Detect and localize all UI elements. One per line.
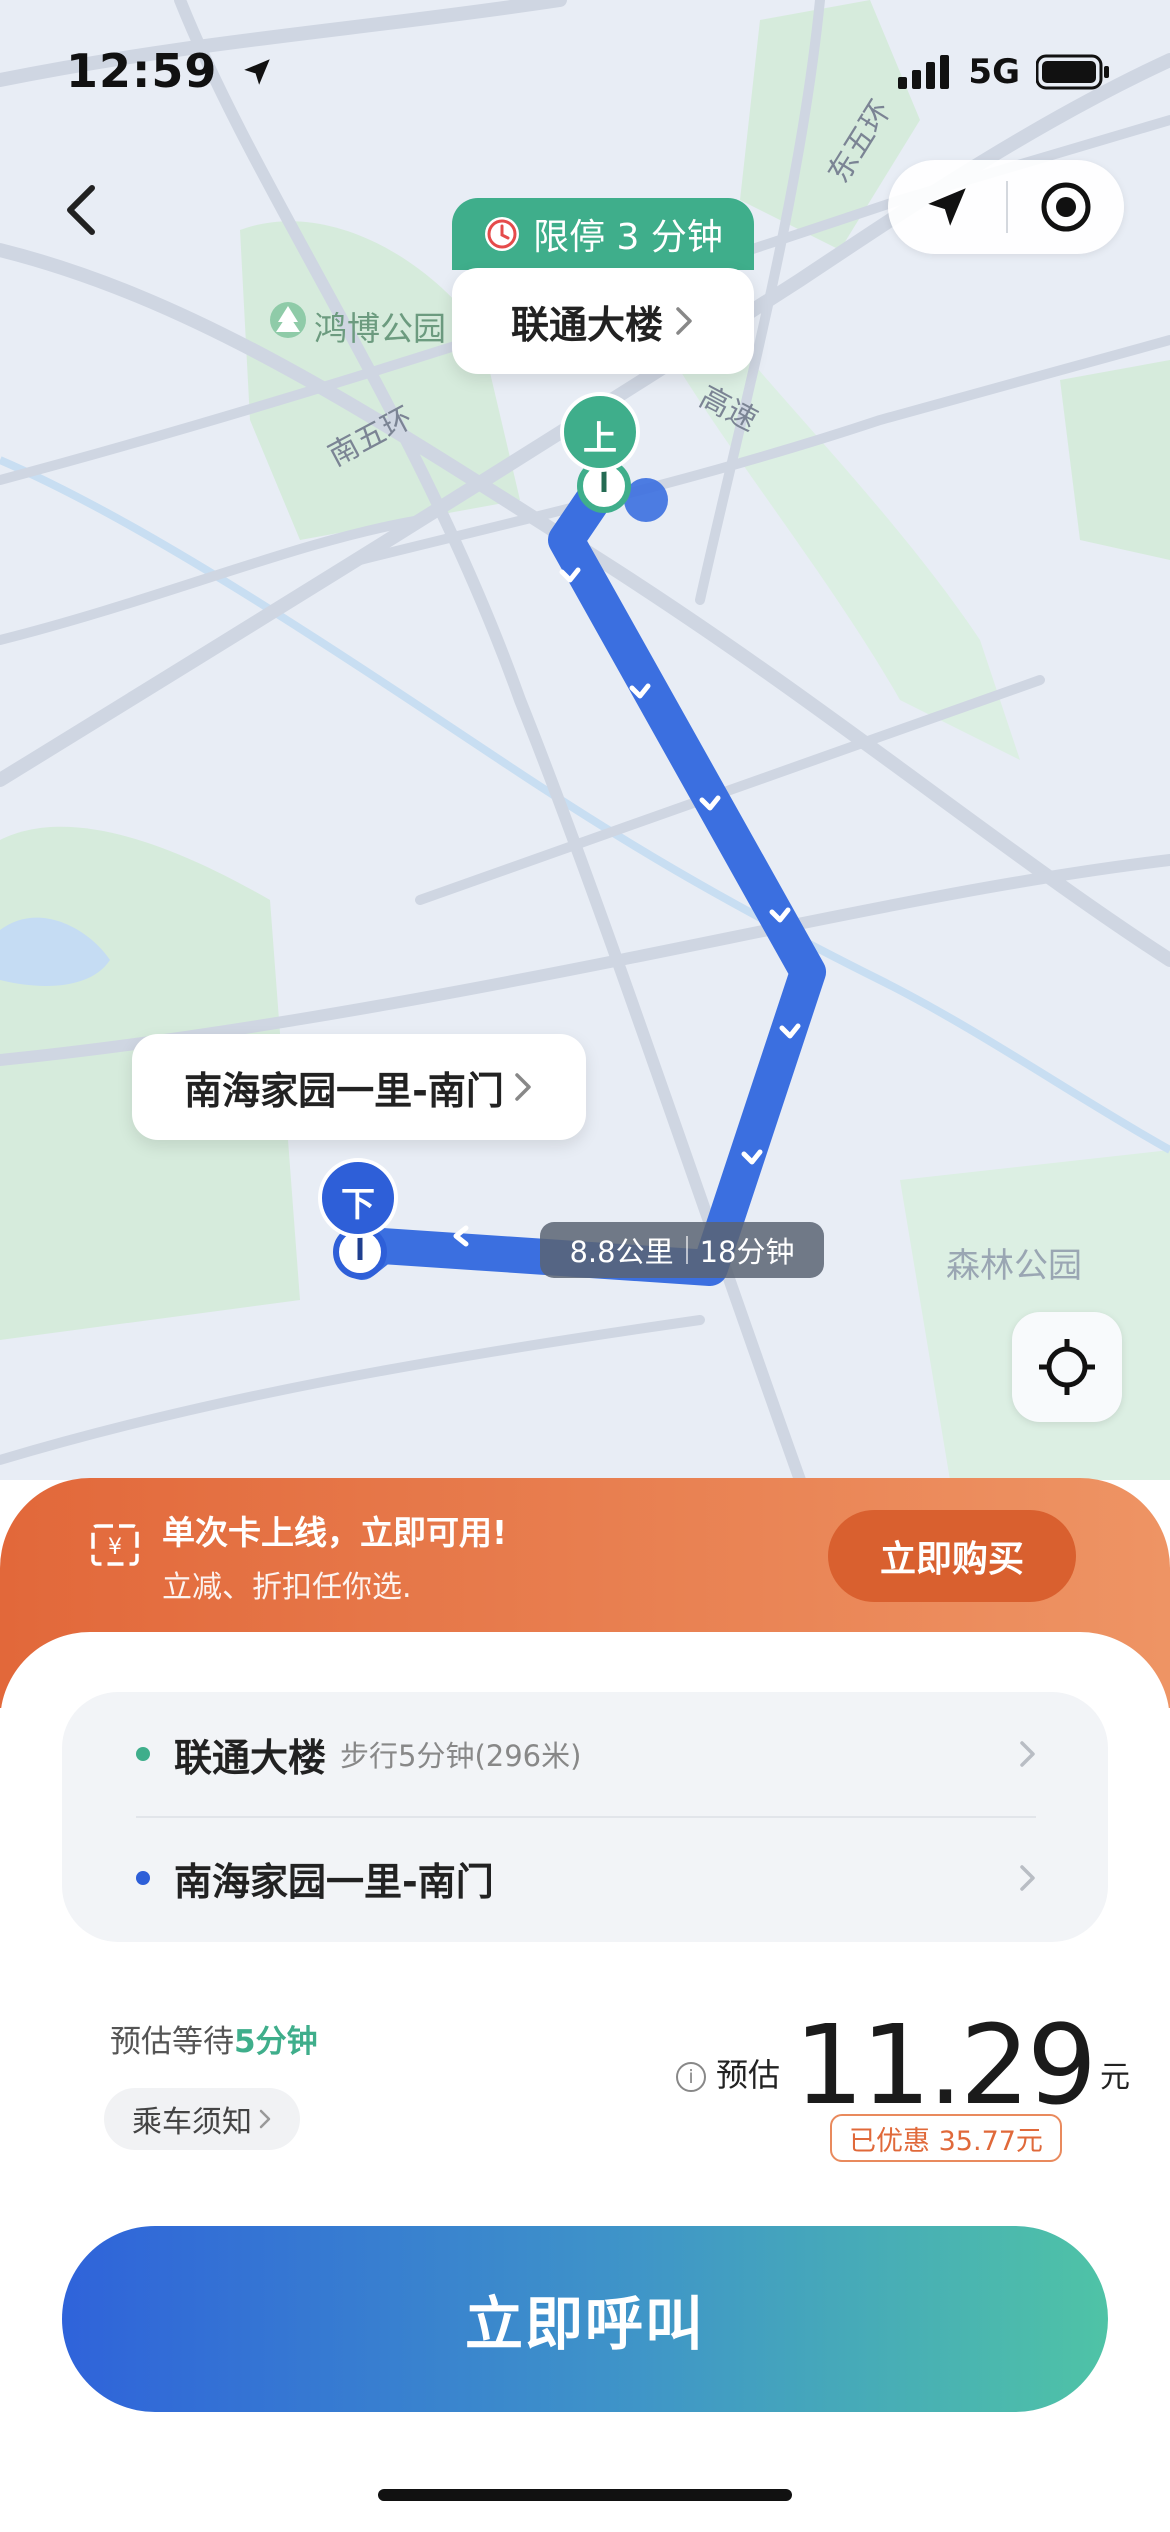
back-button[interactable]	[52, 180, 112, 240]
battery-icon	[1036, 54, 1109, 90]
call-now-button[interactable]: 立即呼叫	[62, 2226, 1108, 2412]
dropoff-address-name: 南海家园一里-南门	[174, 1859, 494, 1904]
park-label-forest: 森林公园	[946, 1246, 1082, 1286]
status-indicators: 5G	[898, 52, 1110, 92]
stop-limit-tag: 限停 3 分钟	[452, 198, 754, 270]
location-arrow-icon	[244, 59, 271, 85]
pickup-name: 联通大楼	[510, 302, 663, 347]
stop-limit-text: 限停 3 分钟	[533, 217, 723, 258]
park-tree-icon	[270, 302, 306, 338]
route-duration: 18分钟	[699, 1235, 795, 1269]
pickup-walk-info: 步行5分钟(296米)	[340, 1739, 582, 1773]
dropoff-marker-text: 下	[341, 1185, 375, 1225]
home-indicator[interactable]	[378, 2489, 792, 2501]
route-distance: 8.8公里	[569, 1235, 674, 1269]
dropoff-dot	[136, 1871, 150, 1885]
promo-subtitle: 立减、折扣任你选.	[162, 1570, 412, 1605]
navigation-arrow-icon	[928, 188, 966, 226]
network-type: 5G	[968, 52, 1020, 92]
dropoff-name: 南海家园一里-南门	[184, 1068, 504, 1113]
discount-badge: 已优惠 35.77元	[830, 2114, 1062, 2162]
pickup-label-card[interactable]: 联通大楼	[452, 268, 754, 374]
map-controls	[888, 160, 1124, 254]
signal-bars-icon	[898, 55, 950, 89]
estimate-label: 预估	[716, 2056, 781, 2094]
dropoff-address-row[interactable]: 南海家园一里-南门	[62, 1816, 1108, 1940]
target-button[interactable]	[1008, 160, 1124, 254]
crosshair-icon	[1039, 1339, 1095, 1395]
info-icon[interactable]: i	[676, 2062, 706, 2092]
clock-icon	[485, 217, 520, 251]
wait-value: 5分钟	[234, 2024, 318, 2060]
buy-now-button[interactable]: 立即购买	[828, 1510, 1076, 1602]
promo-title: 单次卡上线，立即可用!	[162, 1513, 508, 1552]
chevron-right-icon	[259, 2109, 271, 2129]
locate-me-button[interactable]	[1012, 1312, 1122, 1422]
ride-notice-button[interactable]: 乘车须知	[104, 2088, 300, 2150]
chevron-right-icon	[515, 1073, 531, 1101]
pickup-address-name: 联通大楼	[174, 1735, 327, 1780]
price-value: 11.29	[794, 2001, 1097, 2129]
pickup-marker-text: 上	[583, 419, 617, 459]
chevron-right-icon	[1020, 1741, 1035, 1767]
svg-text:¥: ¥	[108, 1535, 122, 1560]
navigate-button[interactable]	[888, 160, 1006, 254]
chevron-left-icon	[67, 185, 95, 235]
chevron-right-icon	[676, 307, 692, 335]
ride-notice-label: 乘车须知	[132, 2105, 252, 2140]
dropoff-label-card[interactable]: 南海家园一里-南门	[132, 1034, 586, 1140]
pickup-address-row[interactable]: 联通大楼 步行5分钟(296米)	[62, 1692, 1108, 1816]
chevron-right-icon	[1020, 1865, 1035, 1891]
route-badge-divider	[685, 1236, 688, 1264]
pickup-dot	[136, 1747, 150, 1761]
target-icon	[1041, 182, 1091, 232]
status-time: 12:59	[66, 44, 274, 98]
time-text: 12:59	[66, 44, 218, 98]
park-label-hongbo: 鸿博公园	[314, 309, 446, 348]
price-estimate[interactable]: i 预估 11.29 元	[676, 2000, 1130, 2120]
wait-prefix: 预估等待	[110, 2024, 234, 2060]
estimated-wait: 预估等待5分钟	[110, 2016, 318, 2061]
ticket-icon: ¥	[91, 1524, 139, 1566]
currency-unit: 元	[1099, 2060, 1130, 2095]
route-summary-badge: 8.8公里 18分钟	[540, 1222, 824, 1278]
